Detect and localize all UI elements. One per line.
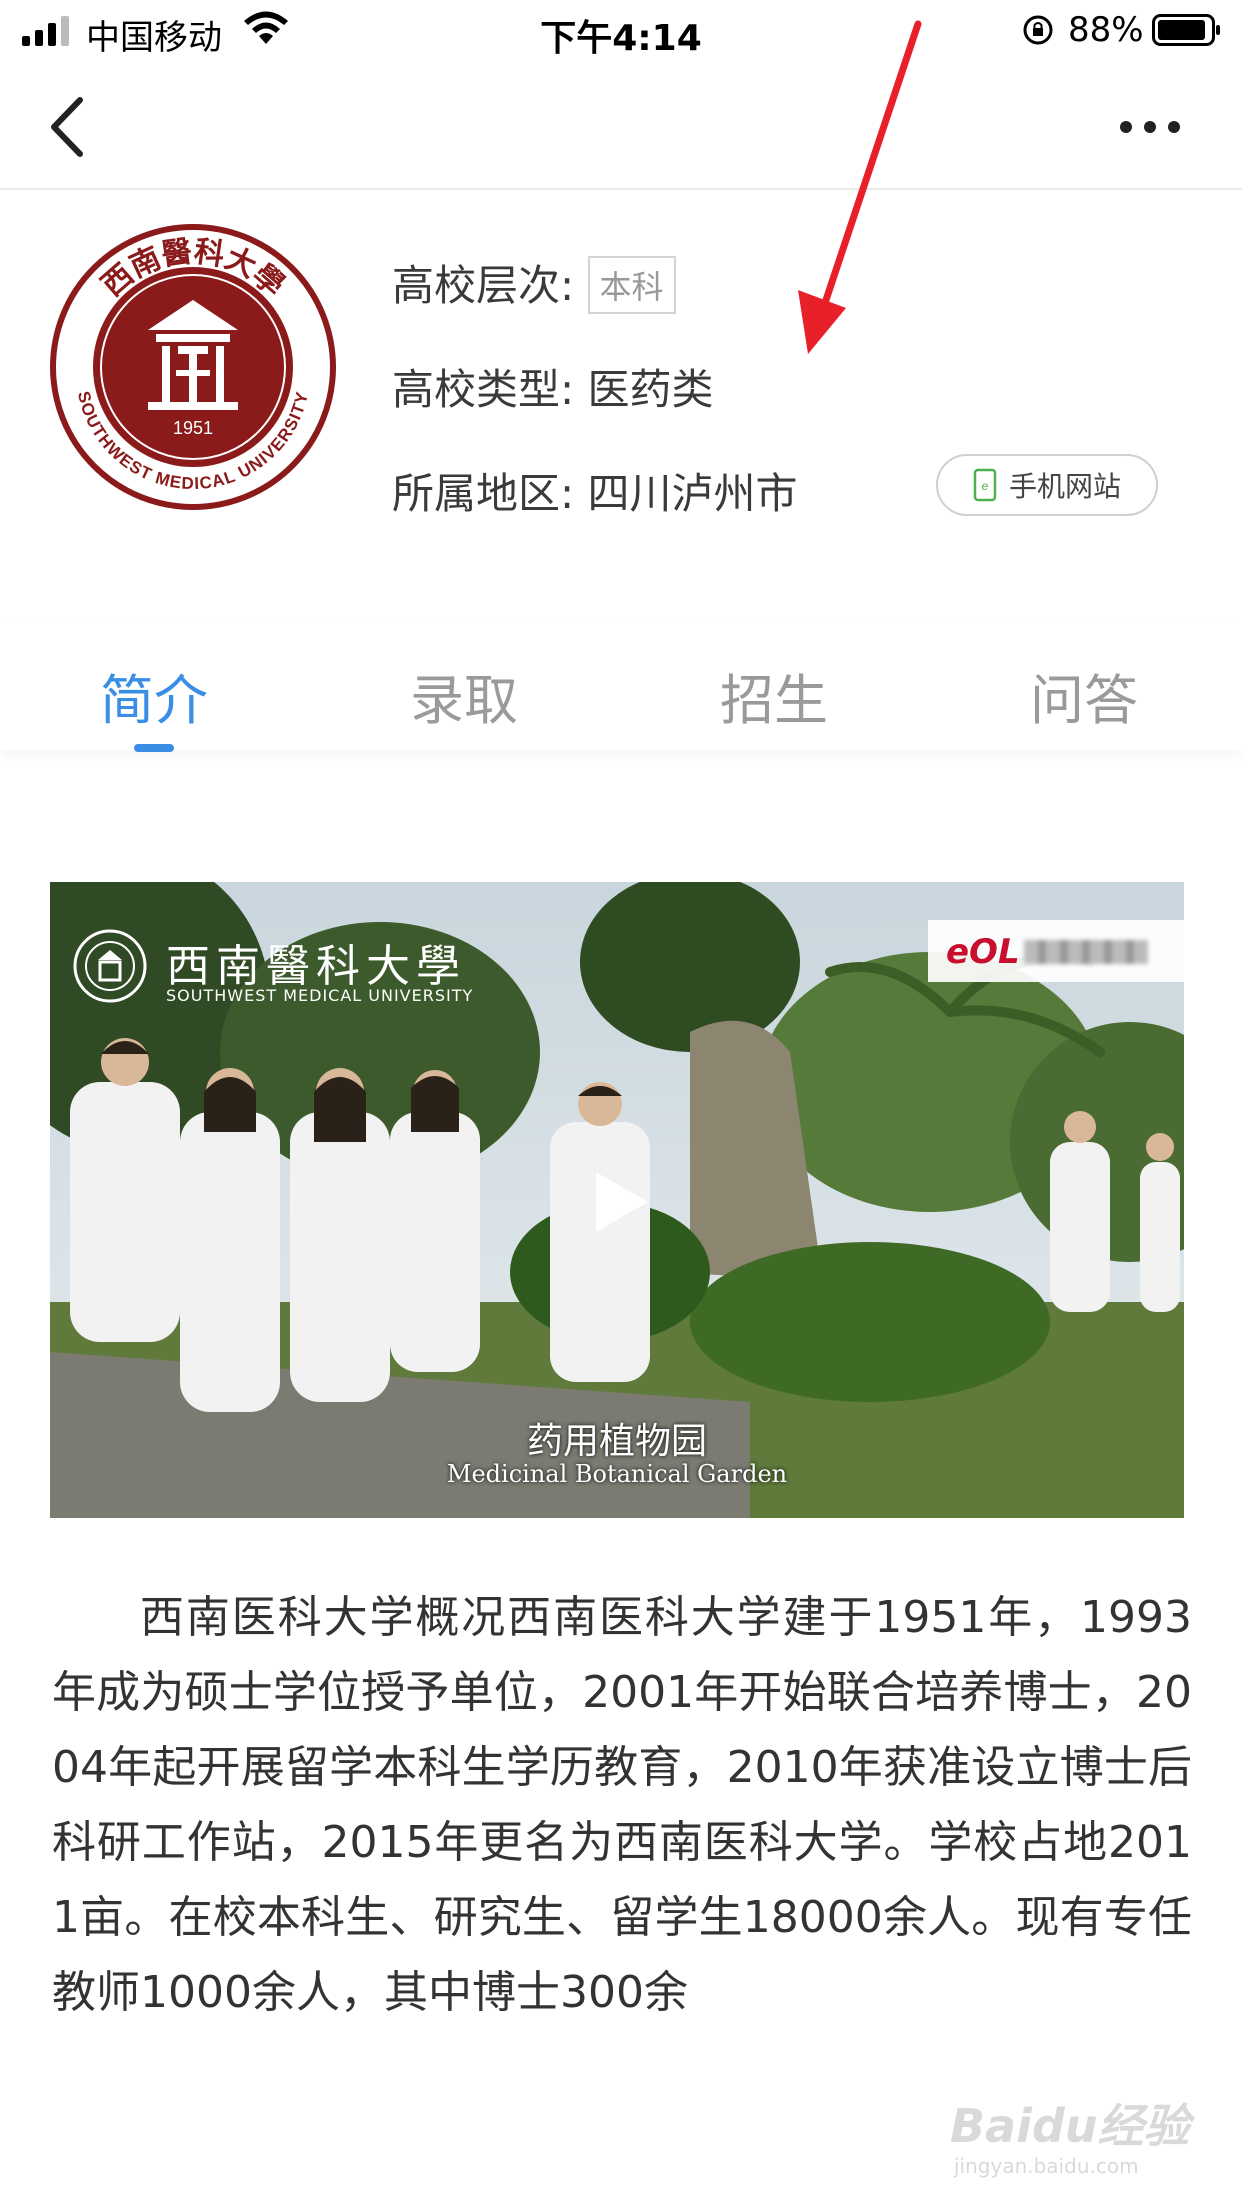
- university-logo: 西南醫科大學 SOUTHWEST MEDICAL UNIVERSITY 1951: [50, 224, 336, 510]
- play-icon[interactable]: [582, 1166, 654, 1238]
- tab-bar: 简介 录取 招生 问答: [0, 620, 1242, 752]
- tab-admission[interactable]: 录取: [410, 656, 518, 735]
- back-chevron-icon[interactable]: [40, 92, 100, 162]
- eol-watermark: eOL: [928, 920, 1184, 982]
- watermark-url: jingyan.baidu.com: [954, 2154, 1139, 2178]
- battery-percent: 88%: [1068, 10, 1144, 50]
- tab-enrollment[interactable]: 招生: [720, 656, 828, 735]
- video-university-badge: [73, 929, 147, 1003]
- intro-paragraph: 西南医科大学概况西南医科大学建于1951年，1993年成为硕士学位授予单位，20…: [52, 1592, 1192, 2018]
- video-overlay-subtitle: SOUTHWEST MEDICAL UNIVERSITY: [166, 986, 474, 1005]
- mobile-site-label: 手机网站: [1008, 470, 1121, 503]
- eol-logo-text: eOL: [946, 932, 1020, 972]
- baidu-watermark: Baidu经验 jingyan.baidu.com: [950, 2082, 1210, 2182]
- region-value: 四川泸州市: [587, 469, 798, 518]
- eol-blurred-text: [1024, 940, 1148, 964]
- tab-intro[interactable]: 简介: [100, 656, 208, 735]
- mobile-site-button[interactable]: e 手机网站: [936, 454, 1158, 516]
- video-overlay-title: 西南醫科大學: [166, 941, 466, 992]
- svg-text:e: e: [982, 479, 989, 493]
- level-tag: 本科: [587, 255, 676, 314]
- watermark-brand: Baidu经验: [950, 2099, 1190, 2153]
- battery-icon: [1152, 14, 1220, 46]
- rotation-lock-icon: [1023, 15, 1053, 45]
- more-options-icon[interactable]: [1110, 107, 1190, 147]
- logo-founded-year: 1951: [173, 418, 213, 438]
- type-value: 医药类: [587, 365, 714, 414]
- region-label: 所属地区:: [392, 469, 575, 518]
- type-label: 高校类型:: [392, 365, 575, 414]
- video-caption-en: Medicinal Botanical Garden: [446, 1460, 788, 1488]
- status-time: 下午4:14: [540, 18, 702, 59]
- intro-video[interactable]: 西南醫科大學 SOUTHWEST MEDICAL UNIVERSITY eOL …: [50, 882, 1184, 1518]
- region-row: 所属地区: 四川泸州市: [392, 460, 798, 521]
- annotation-arrow: [798, 20, 922, 354]
- phone-icon: e: [973, 468, 997, 502]
- tab-qa[interactable]: 问答: [1030, 656, 1138, 735]
- video-caption-cn: 药用植物园: [526, 1421, 707, 1462]
- active-tab-indicator: [134, 744, 174, 752]
- nav-bar: [0, 62, 1242, 190]
- status-bar: 中国移动 下午4:14 88%: [0, 0, 1242, 62]
- level-label: 高校层次:: [392, 261, 575, 310]
- type-row: 高校类型: 医药类: [392, 356, 714, 417]
- level-row: 高校层次: 本科: [392, 252, 676, 318]
